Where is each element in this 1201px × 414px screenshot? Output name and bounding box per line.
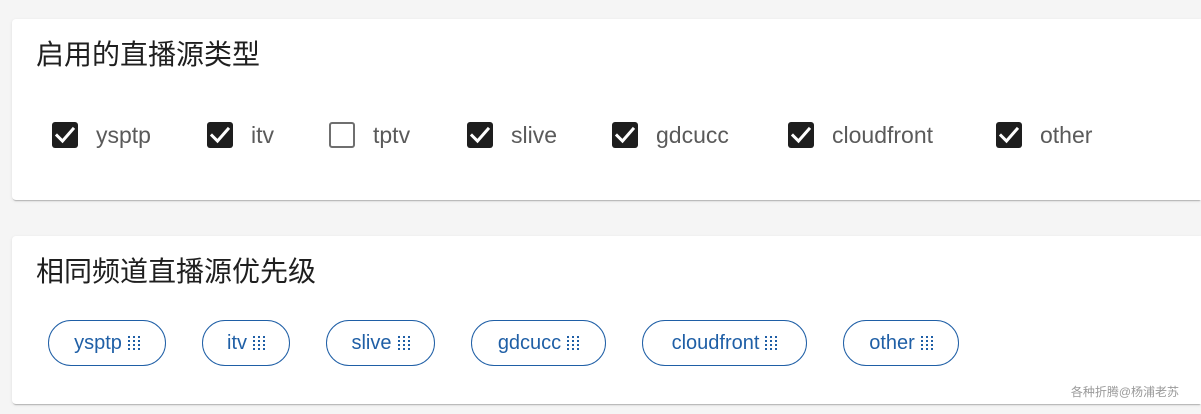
checkbox-ysptp[interactable]: ysptp (52, 119, 151, 151)
priority-chip-cloudfront[interactable]: cloudfront (642, 320, 807, 366)
check-icon (55, 126, 75, 144)
card-title: 相同频道直播源优先级 (36, 255, 317, 288)
priority-card: 相同频道直播源优先级 ysptp itv slive gdcucc cloudf… (12, 236, 1201, 404)
chip-label: itv (227, 331, 247, 354)
drag-handle-icon[interactable] (765, 336, 778, 350)
chip-label: cloudfront (671, 331, 760, 354)
checkbox-slive[interactable]: slive (467, 119, 557, 151)
drag-handle-icon[interactable] (567, 336, 580, 350)
check-icon (470, 126, 490, 144)
chip-label: other (869, 331, 915, 354)
drag-handle-icon[interactable] (253, 336, 265, 350)
checkbox-other[interactable]: other (996, 119, 1092, 151)
chip-label: slive (351, 331, 392, 354)
source-type-checkbox-group: ysptp itv tptv slive gdcucc cloudfront o… (52, 119, 1172, 151)
check-icon (791, 126, 811, 144)
check-icon (615, 126, 635, 144)
check-icon (210, 126, 230, 144)
checkbox-gdcucc[interactable]: gdcucc (612, 119, 729, 151)
drag-handle-icon[interactable] (397, 336, 410, 350)
priority-chip-gdcucc[interactable]: gdcucc (471, 320, 606, 366)
checkbox-tptv[interactable]: tptv (329, 119, 410, 151)
checkbox-label: gdcucc (656, 121, 729, 148)
drag-handle-icon[interactable] (127, 336, 140, 350)
checkbox-checked-box[interactable] (612, 122, 638, 148)
priority-chip-list: ysptp itv slive gdcucc cloudfront other (48, 320, 1148, 368)
checkbox-checked-box[interactable] (996, 122, 1022, 148)
checkbox-itv[interactable]: itv (207, 119, 274, 151)
checkbox-checked-box[interactable] (467, 122, 493, 148)
checkbox-label: cloudfront (832, 121, 934, 148)
card-title: 启用的直播源类型 (36, 38, 261, 71)
priority-chip-ysptp[interactable]: ysptp (48, 320, 166, 366)
source-types-card: 启用的直播源类型 ysptp itv tptv slive gdcucc clo… (12, 19, 1201, 200)
priority-chip-slive[interactable]: slive (326, 320, 435, 366)
priority-chip-itv[interactable]: itv (202, 320, 290, 366)
chip-label: ysptp (74, 331, 122, 354)
checkbox-checked-box[interactable] (52, 122, 78, 148)
chip-label: gdcucc (497, 331, 562, 354)
priority-chip-other[interactable]: other (843, 320, 959, 366)
checkbox-label: tptv (373, 121, 411, 148)
checkbox-checked-box[interactable] (207, 122, 233, 148)
checkbox-cloudfront[interactable]: cloudfront (788, 119, 933, 151)
checkbox-checked-box[interactable] (788, 122, 814, 148)
checkbox-label: ysptp (96, 121, 151, 148)
checkbox-label: itv (251, 121, 274, 148)
checkbox-unchecked-box[interactable] (329, 122, 355, 148)
watermark: 各种折腾@杨浦老苏 (1070, 385, 1179, 399)
checkbox-label: other (1040, 121, 1093, 148)
drag-handle-icon[interactable] (920, 336, 933, 350)
check-icon (999, 126, 1019, 144)
checkbox-label: slive (511, 121, 558, 148)
